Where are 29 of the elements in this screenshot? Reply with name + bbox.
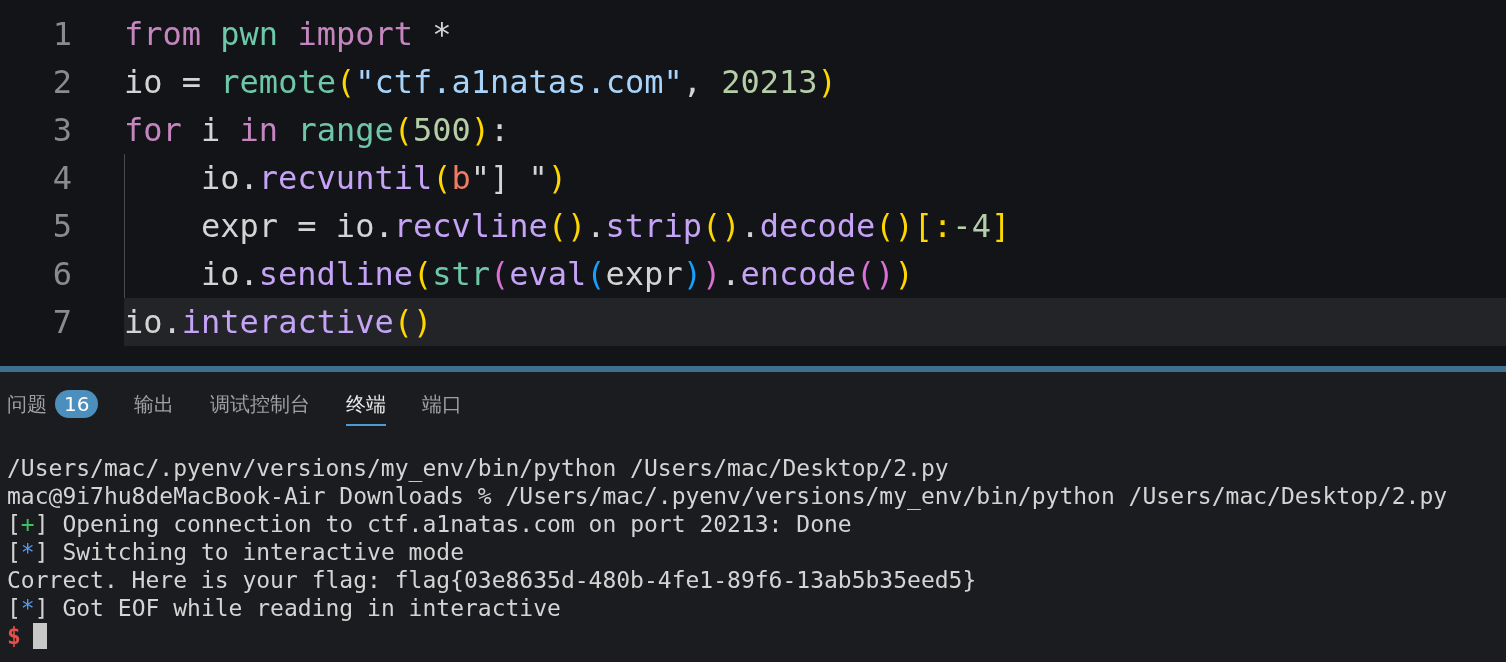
code-line: io.recvuntil(b"] ") (201, 159, 568, 197)
line-number: 3 (51, 111, 72, 149)
code-line: from pwn import * (124, 15, 452, 53)
panel-tab[interactable]: 端口 (422, 384, 463, 426)
code-line: for i in range(500): (124, 111, 510, 149)
code-line: io.interactive() (124, 303, 433, 341)
line-number: 7 (51, 303, 72, 341)
terminal-line: [+] Opening connection to ctf.a1natas.com on port 20213: Done (7, 510, 853, 538)
terminal-line: Correct. Here is your flag: flag{03e8635d-480b-4fe1-89f6-13ab5b35eed5} (7, 566, 978, 594)
terminal-line: [*] Got EOF while reading in interactive (7, 594, 562, 622)
panel-tab[interactable]: 问题 16 (7, 384, 99, 426)
panel-tab[interactable]: 终端 (346, 384, 387, 426)
line-number: 2 (51, 63, 72, 101)
line-number: 1 (51, 15, 72, 53)
code-line: expr = io.recvline().strip().decode()[:-4] (201, 207, 1011, 245)
terminal-line: /Users/mac/.pyenv/versions/my_env/bin/python /Users/mac/Desktop/2.py (7, 454, 950, 482)
terminal-line: [*] Switching to interactive mode (7, 538, 465, 566)
line-number: 5 (51, 207, 72, 245)
code-editor[interactable] (0, 0, 1506, 366)
text-cursor (32, 623, 47, 649)
panel-tab[interactable]: 调试控制台 (210, 384, 311, 426)
terminal-line: mac@9i7hu8deMacBook-Air Downloads % /Users/mac/.pyenv/versions/my_env/bin/python /Users/mac/Desktop/2.py (7, 482, 1449, 510)
code-line: io = remote("ctf.a1natas.com", 20213) (124, 63, 837, 101)
shell-prompt: $ (7, 623, 21, 649)
panel-tab[interactable]: 输出 (134, 384, 175, 426)
code-line: io.sendline(str(eval(expr)).encode()) (201, 255, 914, 293)
line-number: 4 (51, 159, 72, 197)
line-number: 6 (51, 255, 72, 293)
count-badge: 16 (55, 390, 99, 418)
